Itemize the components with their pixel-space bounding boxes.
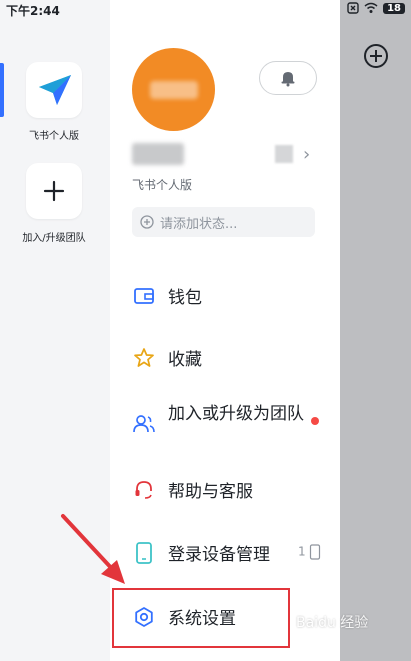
wallet-icon	[132, 284, 156, 308]
avatar-initials-blurred	[150, 81, 198, 99]
add-status-icon	[140, 215, 154, 229]
workspace-label-join: 加入/升级团队	[22, 233, 86, 244]
status-icons: 18	[347, 2, 405, 14]
plus-icon	[43, 180, 65, 202]
status-placeholder: 请添加状态...	[160, 216, 238, 232]
settings-highlight-box	[112, 588, 290, 648]
team-icon	[132, 412, 156, 436]
status-input[interactable]: 请添加状态...	[132, 207, 315, 237]
qr-code-icon[interactable]	[275, 145, 293, 163]
chevron-right-icon[interactable]: ›	[303, 144, 310, 165]
feishu-logo-icon	[39, 75, 71, 105]
menu-item-wallet[interactable]: 钱包	[132, 283, 332, 308]
notification-button[interactable]	[259, 61, 317, 95]
device-count: 1	[298, 544, 321, 560]
bell-icon	[281, 72, 295, 87]
wifi-icon	[364, 2, 378, 13]
status-time: 下午2:44	[6, 4, 60, 18]
user-name-blurred[interactable]	[132, 143, 184, 165]
battery-indicator: 18	[383, 2, 405, 14]
menu-item-help[interactable]: 帮助与客服	[132, 477, 332, 502]
menu-label-join-team: 加入或升级为团队	[168, 404, 304, 424]
org-name: 飞书个人版	[132, 178, 193, 192]
watermark: Baidu 经验	[296, 615, 369, 631]
headset-icon	[132, 478, 156, 502]
device-outline-icon	[310, 544, 321, 560]
red-arrow-annotation	[61, 514, 125, 584]
add-circle-icon[interactable]	[363, 43, 389, 69]
phone-icon	[132, 541, 156, 565]
avatar[interactable]	[132, 48, 215, 131]
notification-dot	[311, 417, 319, 425]
menu-label-wallet: 钱包	[168, 288, 202, 308]
menu-label-favorites: 收藏	[168, 350, 202, 370]
menu-item-favorites[interactable]: 收藏	[132, 345, 332, 370]
workspace-label-personal: 飞书个人版	[29, 131, 79, 142]
dimmed-background[interactable]: 18	[340, 0, 411, 661]
join-upgrade-team-button[interactable]	[26, 163, 82, 219]
close-box-icon	[347, 2, 359, 14]
menu-item-join-team[interactable]: 加入或升级为团队	[132, 402, 332, 436]
menu-label-device-management: 登录设备管理	[168, 545, 270, 565]
active-workspace-indicator	[0, 63, 4, 117]
menu-label-help: 帮助与客服	[168, 482, 253, 502]
workspace-feishu-personal[interactable]	[26, 62, 82, 118]
star-icon	[132, 346, 156, 370]
